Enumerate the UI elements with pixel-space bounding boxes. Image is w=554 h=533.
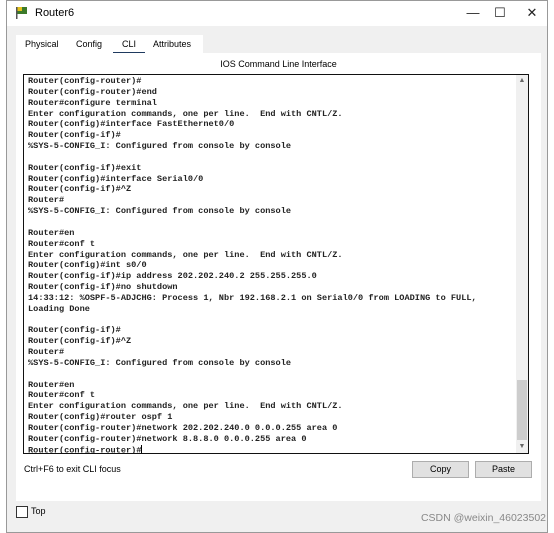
terminal-line: Router(config)#interface FastEthernet0/0 — [28, 119, 235, 130]
terminal-line: ​ — [28, 217, 477, 228]
terminal-line: Router(config-router)#network 202.202.24… — [28, 423, 338, 433]
terminal-line: %SYS-5-CONFIG_I: Configured from console… — [28, 206, 292, 217]
terminal-line: Router(config-if)# — [28, 325, 121, 336]
terminal-line: Router(config-if)#no shutdown — [28, 282, 178, 293]
terminal-line: Router(config-router)#network 8.8.8.0 0.… — [28, 433, 307, 444]
maximize-button[interactable]: ☐ — [490, 4, 510, 22]
tab-cli[interactable]: CLI — [112, 39, 146, 55]
title-bar: Router6 — ☐ ✕ — [7, 1, 547, 26]
tab-bar: Physical Config CLI Attributes — [16, 35, 203, 55]
terminal-line: Enter configuration commands, one per li… — [28, 401, 343, 412]
top-checkbox[interactable] — [16, 506, 28, 518]
terminal-line: Router(config-if)# — [28, 130, 121, 141]
watermark: CSDN @weixin_46023502 — [420, 512, 546, 524]
cli-focus-hint: Ctrl+F6 to exit CLI focus — [24, 464, 121, 474]
top-checkbox-label: Top — [31, 506, 46, 516]
paste-button[interactable]: Paste — [475, 461, 532, 478]
close-button[interactable]: ✕ — [522, 4, 542, 22]
terminal-line: Router(config)#interface Serial0/0 — [28, 173, 204, 184]
terminal-line: Router(config-router)# — [28, 76, 142, 86]
terminal-line: Router#conf t — [28, 238, 96, 249]
tab-config[interactable]: Config — [76, 39, 102, 49]
terminal-prompt-line[interactable]: Router(config-router)# — [28, 444, 477, 454]
cli-header: IOS Command Line Interface — [220, 59, 337, 69]
scroll-up-icon[interactable]: ▲ — [516, 75, 528, 87]
window-title: Router6 — [35, 7, 75, 19]
tab-attributes[interactable]: Attributes — [153, 39, 191, 49]
terminal-line: ​ — [28, 369, 477, 380]
terminal-line: %SYS-5-CONFIG_I: Configured from console… — [28, 357, 292, 368]
terminal-line: Router#conf t — [28, 390, 96, 401]
minimize-button[interactable]: — — [463, 4, 483, 22]
terminal-output: Router(config-router)# Router(config-rout… — [28, 76, 477, 454]
terminal-line: ​ — [28, 152, 477, 163]
terminal-line: Router(config-if)#^Z — [28, 336, 132, 347]
terminal-line: Router(config-if)#ip address 202.202.240… — [28, 271, 317, 282]
terminal-line: Router(config-router)#end — [28, 86, 157, 97]
text-cursor — [141, 444, 143, 453]
terminal-line: Router#en — [28, 227, 75, 238]
terminal-line: 14:33:12: %OSPF-5-ADJCHG: Process 1, Nbr… — [28, 292, 477, 303]
tab-physical[interactable]: Physical — [25, 39, 59, 49]
terminal-scrollbar[interactable]: ▲ ▼ — [516, 75, 528, 453]
terminal-line: Router#configure terminal — [28, 97, 157, 108]
copy-button[interactable]: Copy — [412, 461, 469, 478]
terminal-line: Router# — [28, 195, 65, 206]
terminal-line: ​ — [28, 315, 477, 326]
terminal-line: Router(config-if)#exit — [28, 162, 142, 173]
router-window: Router6 — ☐ ✕ Physical Config CLI Attrib… — [6, 0, 548, 533]
terminal-line: Enter configuration commands, one per li… — [28, 108, 343, 119]
terminal-line: Loading Done — [28, 303, 90, 314]
cli-panel: IOS Command Line Interface Router(config… — [16, 53, 541, 501]
cli-terminal[interactable]: Router(config-router)# Router(config-rout… — [23, 74, 529, 454]
terminal-line: Router(config-if)#^Z — [28, 184, 132, 195]
terminal-line: Router#en — [28, 379, 75, 390]
scrollbar-thumb[interactable] — [517, 380, 527, 440]
router-app-icon — [16, 7, 27, 19]
scroll-down-icon[interactable]: ▼ — [516, 441, 528, 453]
terminal-line: Router# — [28, 347, 65, 358]
terminal-prompt: Router(config-router)# — [28, 444, 142, 454]
terminal-line: Enter configuration commands, one per li… — [28, 249, 343, 260]
terminal-line: Router(config)#router ospf 1 — [28, 412, 173, 423]
terminal-line: %SYS-5-CONFIG_I: Configured from console… — [28, 141, 292, 152]
terminal-line: Router(config)#int s0/0 — [28, 260, 147, 271]
